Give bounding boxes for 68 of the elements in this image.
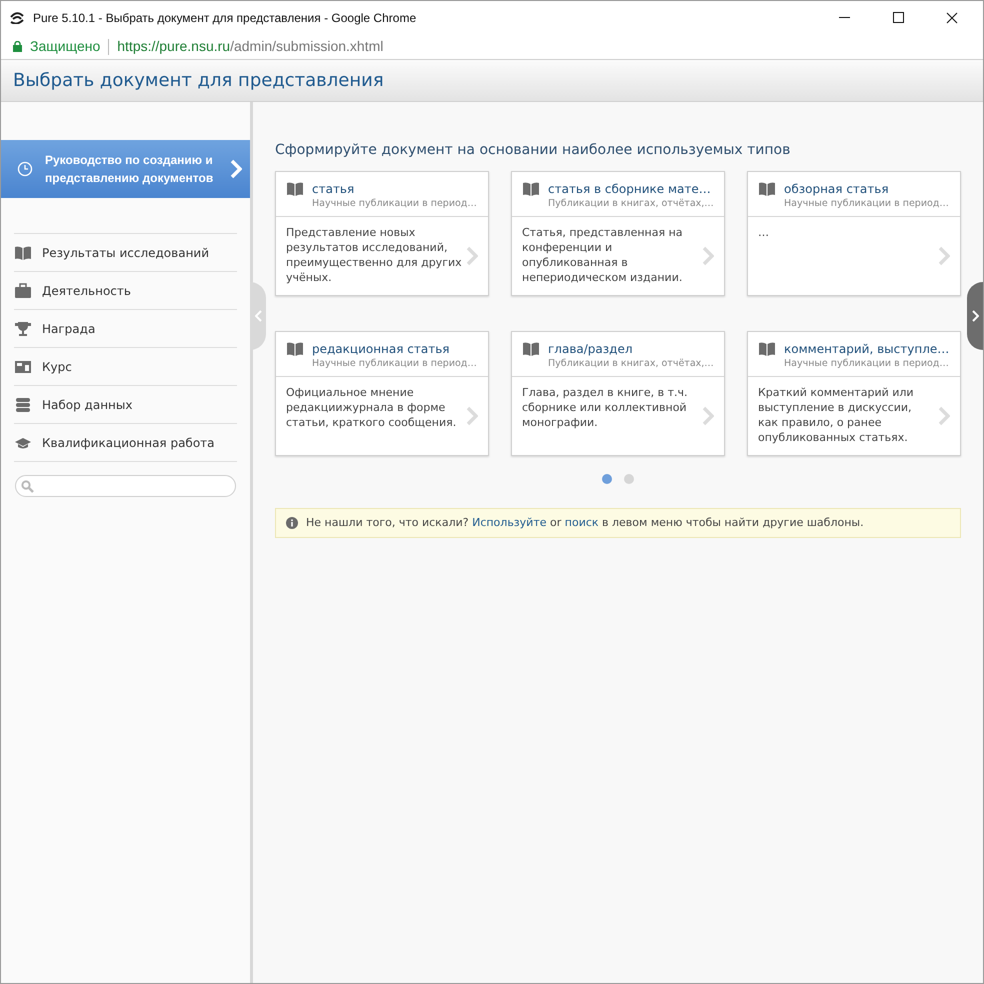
card-subtitle: Публикации в книгах, отчётах,… <box>548 197 714 211</box>
chevron-right-icon <box>466 246 478 266</box>
maximize-icon <box>892 12 904 23</box>
chevron-right-icon <box>466 406 478 426</box>
book-icon <box>286 341 304 357</box>
sidebar-item[interactable]: Квалификационная работа <box>14 424 237 462</box>
chevron-right-icon <box>972 310 978 322</box>
trophy-icon <box>14 320 32 336</box>
chevron-left-icon <box>254 310 262 322</box>
section-heading: Сформируйте документ на основании наиболее используемых типов <box>275 141 792 160</box>
document-type-card[interactable]: редакционная статья Научные публикации в период… Официальное мнение редакциижурнала в форме статьи, краткого сообщения. <box>275 331 489 456</box>
next-arrow-button[interactable] <box>967 282 983 350</box>
book-icon <box>14 244 32 260</box>
close-icon <box>946 12 958 24</box>
search-icon <box>21 480 34 492</box>
card-description: Глава, раздел в книге, в т.ч. сборнике или коллективной монографии. <box>522 385 689 430</box>
history-icon <box>17 161 33 177</box>
card-description: Официальное мнение редакциижурнала в форме статьи, краткого сообщения. <box>286 385 458 430</box>
card-subtitle: Научные публикации в период… <box>784 197 949 211</box>
book-icon <box>286 181 304 197</box>
chevron-right-icon <box>702 406 714 426</box>
document-type-card[interactable]: статья в сборнике мате… Публикации в книгах, отчётах,… Статья, представленная на конференции и опубликованная в непериодическом издании. <box>511 171 725 296</box>
url-text[interactable]: https://pure.nsu.ru/admin/submission.xhtml <box>117 36 384 57</box>
notice-link[interactable]: поиск <box>564 516 599 529</box>
card-subtitle: Научные публикации в период… <box>784 357 950 371</box>
card-title: статья <box>312 181 356 197</box>
security-label: Защищено <box>30 37 100 56</box>
document-type-card[interactable]: комментарий, выступле… Научные публикации в период… Краткий комментарий или выступление в дискуссии, как правило, о ранее опубликованных статьях. <box>747 331 961 456</box>
card-description: … <box>758 225 770 240</box>
chevron-right-icon <box>938 246 950 266</box>
notice-text: Не нашли того, что искали? Используйте or поиск в левом меню чтобы найти другие шаблоны. <box>306 514 864 531</box>
document-type-card[interactable]: глава/раздел Публикации в книгах, отчётах,… Глава, раздел в книге, в т.ч. сборнике или коллективной монографии. <box>511 331 725 456</box>
card-title: глава/раздел <box>548 341 634 357</box>
minimize-icon <box>838 16 850 18</box>
search-field[interactable] <box>15 475 236 497</box>
card-title: обзорная статья <box>784 181 890 197</box>
book-icon <box>522 181 540 197</box>
sidebar-item[interactable]: Результаты исследований <box>14 234 237 272</box>
page-title: Выбрать документ для представления <box>13 69 384 93</box>
card-title: редакционная статья <box>312 341 451 357</box>
chevron-right-icon <box>702 246 714 266</box>
book-icon <box>758 181 776 197</box>
sidebar-item[interactable]: Набор данных <box>14 386 237 424</box>
book-icon <box>758 341 776 357</box>
sidebar-item[interactable]: Деятельность <box>14 272 237 310</box>
lock-icon <box>13 41 22 52</box>
card-subtitle: Научные публикации в период… <box>312 197 477 211</box>
app-logo-icon <box>9 12 25 24</box>
board-icon <box>14 358 32 374</box>
document-type-card[interactable]: статья Научные публикации в период… Представление новых результатов исследований, преимущественно для других учёных. <box>275 171 489 296</box>
sidebar-item[interactable]: Награда <box>14 310 237 348</box>
document-type-card[interactable]: обзорная статья Научные публикации в период… … <box>747 171 961 296</box>
card-description: Статья, представленная на конференции и опубликованная в непериодическом издании. <box>522 225 684 285</box>
card-title: комментарий, выступле… <box>784 341 950 357</box>
card-description: Представление новых результатов исследований, преимущественно для других учёных. <box>286 225 462 285</box>
briefcase-icon <box>14 282 32 298</box>
book-icon <box>522 341 540 357</box>
window-title: Pure 5.10.1 - Выбрать документ для представления - Google Chrome <box>33 10 418 26</box>
chevron-right-icon <box>938 406 950 426</box>
card-title: статья в сборнике мате… <box>548 181 712 197</box>
card-subtitle: Научные публикации в период… <box>312 357 477 371</box>
sidebar-item[interactable]: Курс <box>14 348 237 386</box>
card-subtitle: Публикации в книгах, отчётах,… <box>548 357 714 371</box>
info-icon <box>286 517 298 529</box>
notice-link[interactable]: Используйте <box>472 516 546 529</box>
chevron-right-icon <box>230 159 242 179</box>
card-description: Краткий комментарий или выступление в дискуссии, как правило, о ранее опубликованных статьях. <box>758 385 915 445</box>
database-icon <box>14 396 32 412</box>
